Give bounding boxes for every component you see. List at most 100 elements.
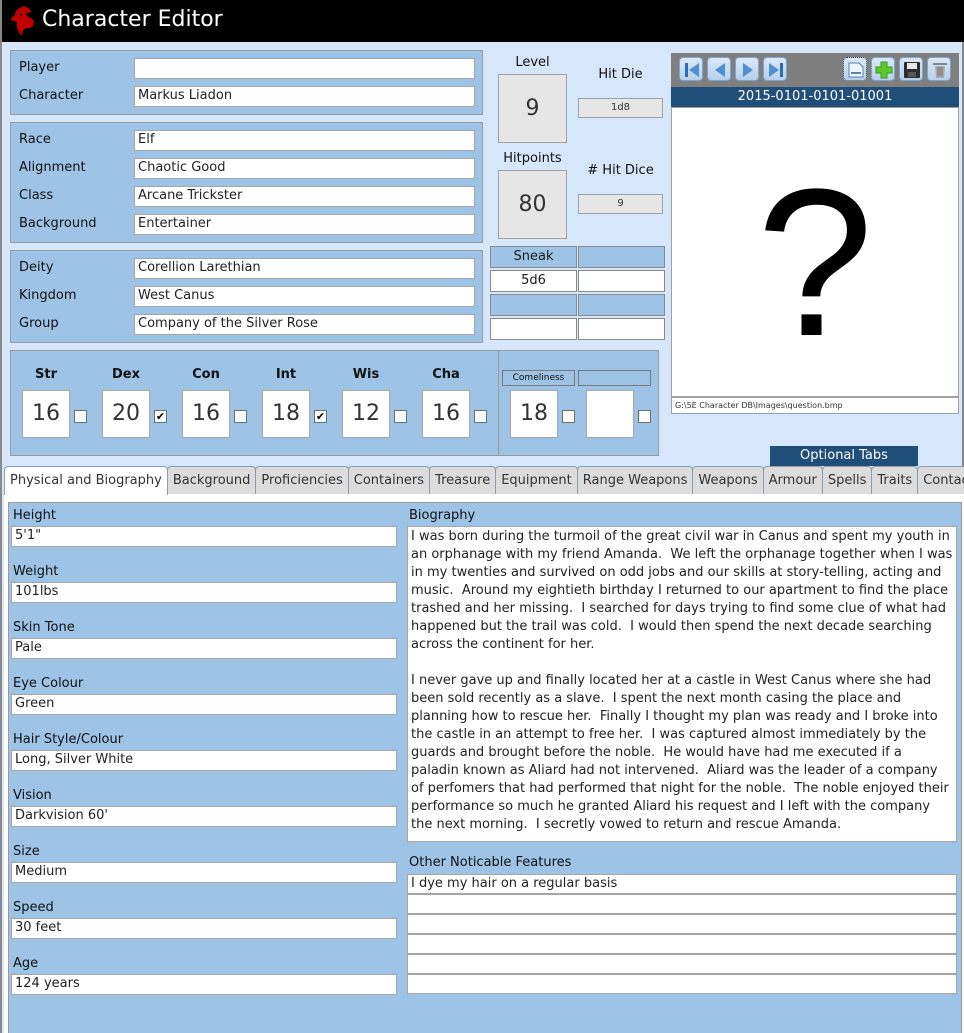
biography-textarea[interactable]: I was born during the turmoil of the gre… bbox=[407, 526, 957, 842]
tab-weapons[interactable]: Weapons bbox=[692, 466, 764, 494]
ability-label: Str bbox=[35, 367, 57, 382]
tab-physical-and-biography[interactable]: Physical and Biography bbox=[4, 466, 168, 495]
physical-field-weight[interactable]: 101lbs bbox=[11, 582, 397, 603]
ability-label: Cha bbox=[432, 367, 460, 382]
ability-label: Con bbox=[192, 367, 220, 382]
character-portrait[interactable]: ? bbox=[671, 107, 959, 397]
physical-label: Skin Tone bbox=[13, 620, 75, 635]
delete-record-button[interactable] bbox=[927, 57, 951, 81]
previous-record-button[interactable] bbox=[707, 57, 731, 81]
last-record-icon bbox=[769, 63, 783, 77]
ability-score[interactable]: 16 bbox=[182, 390, 230, 438]
feature-row[interactable] bbox=[407, 974, 957, 994]
physical-field-eye-colour[interactable]: Green bbox=[11, 694, 397, 715]
ability-score[interactable]: 12 bbox=[342, 390, 390, 438]
class-label: Class bbox=[19, 188, 54, 203]
last-record-button[interactable] bbox=[763, 57, 787, 81]
ability-score[interactable]: 16 bbox=[422, 390, 470, 438]
group-field[interactable]: Company of the Silver Rose bbox=[134, 314, 475, 335]
level-label: Level bbox=[515, 55, 550, 70]
add-record-button[interactable] bbox=[871, 57, 895, 81]
ability-score[interactable]: 16 bbox=[22, 390, 70, 438]
ability-score[interactable]: 18 bbox=[262, 390, 310, 438]
title-bar: Character Editor bbox=[2, 0, 964, 42]
tab-armour[interactable]: Armour bbox=[762, 466, 823, 494]
save-record-button[interactable] bbox=[899, 57, 923, 81]
class-feature-value-3[interactable] bbox=[490, 318, 577, 340]
physical-label: Height bbox=[13, 508, 56, 523]
alignment-field[interactable]: Chaotic Good bbox=[134, 158, 475, 179]
physical-field-age[interactable]: 124 years bbox=[11, 974, 397, 995]
record-id: 2015-0101-0101-01001 bbox=[671, 87, 959, 107]
physical-field-skin-tone[interactable]: Pale bbox=[11, 638, 397, 659]
portrait-path[interactable]: G:\5E Character DB\Images\question.bmp bbox=[671, 397, 959, 414]
ability-proficiency-checkbox[interactable] bbox=[234, 410, 247, 423]
features-label: Other Noticable Features bbox=[409, 855, 572, 870]
ability-score[interactable]: 20 bbox=[102, 390, 150, 438]
player-label: Player bbox=[19, 60, 60, 75]
tab-proficiencies[interactable]: Proficiencies bbox=[255, 466, 349, 494]
next-record-button[interactable] bbox=[735, 57, 759, 81]
physical-field-size[interactable]: Medium bbox=[11, 862, 397, 883]
race-field[interactable]: Elf bbox=[134, 130, 475, 151]
optional-ability-score-1[interactable]: 18 bbox=[510, 390, 558, 438]
hit-dice-count-label: # Hit Dice bbox=[587, 163, 654, 178]
feature-row[interactable] bbox=[407, 914, 957, 934]
physical-label: Size bbox=[13, 844, 40, 859]
ability-proficiency-checkbox[interactable]: ✔ bbox=[314, 410, 327, 423]
tab-equipment[interactable]: Equipment bbox=[495, 466, 578, 494]
physical-label: Age bbox=[13, 956, 39, 971]
class-feature-value-1[interactable]: 5d6 bbox=[490, 270, 577, 292]
tab-contacts[interactable]: Contacts bbox=[917, 466, 964, 494]
next-record-icon bbox=[743, 63, 753, 77]
deity-field[interactable]: Corellion Larethian bbox=[134, 258, 475, 279]
feature-row[interactable] bbox=[407, 934, 957, 954]
deity-label: Deity bbox=[19, 260, 54, 275]
feature-row[interactable]: I dye my hair on a regular basis bbox=[407, 874, 957, 894]
optional-ability-checkbox-2[interactable] bbox=[638, 410, 651, 423]
character-field[interactable]: Markus Liadon bbox=[134, 86, 475, 107]
hitpoints-field[interactable]: 80 bbox=[498, 170, 567, 239]
race-label: Race bbox=[19, 132, 51, 147]
ability-proficiency-checkbox[interactable] bbox=[474, 410, 487, 423]
physical-field-speed[interactable]: 30 feet bbox=[11, 918, 397, 939]
first-record-button[interactable] bbox=[679, 57, 703, 81]
physical-field-hair-style-colour[interactable]: Long, Silver White bbox=[11, 750, 397, 771]
plus-icon bbox=[875, 61, 893, 79]
hitpoints-label: Hitpoints bbox=[503, 151, 562, 166]
feature-row[interactable] bbox=[407, 954, 957, 974]
tab-treasure[interactable]: Treasure bbox=[429, 466, 497, 494]
class-field[interactable]: Arcane Trickster bbox=[134, 186, 475, 207]
feature-row[interactable] bbox=[407, 894, 957, 914]
question-mark-icon: ? bbox=[756, 145, 874, 380]
new-record-button[interactable] bbox=[843, 57, 867, 81]
class-feature-value-4[interactable] bbox=[578, 318, 665, 340]
optional-ability-checkbox-1[interactable] bbox=[562, 410, 575, 423]
tab-traits[interactable]: Traits bbox=[871, 466, 919, 494]
tab-spells[interactable]: Spells bbox=[821, 466, 873, 494]
ability-label: Wis bbox=[352, 367, 380, 382]
player-field[interactable] bbox=[134, 58, 475, 79]
dragon-logo-icon bbox=[11, 6, 34, 36]
hit-die-label: Hit Die bbox=[598, 67, 643, 82]
ability-proficiency-checkbox[interactable] bbox=[394, 410, 407, 423]
hit-die-field[interactable]: 1d8 bbox=[578, 98, 663, 118]
tab-containers[interactable]: Containers bbox=[347, 466, 431, 494]
background-field[interactable]: Entertainer bbox=[134, 214, 475, 235]
class-feature-value-2[interactable] bbox=[578, 270, 665, 292]
kingdom-field[interactable]: West Canus bbox=[134, 286, 475, 307]
physical-field-height[interactable]: 5'1" bbox=[11, 526, 397, 547]
ability-proficiency-checkbox[interactable] bbox=[74, 410, 87, 423]
window-title: Character Editor bbox=[42, 7, 223, 32]
physical-field-vision[interactable]: Darkvision 60' bbox=[11, 806, 397, 827]
tab-background[interactable]: Background bbox=[166, 466, 257, 494]
level-field[interactable]: 9 bbox=[498, 74, 567, 143]
optional-ability-score-2[interactable] bbox=[586, 390, 634, 438]
ability-proficiency-checkbox[interactable]: ✔ bbox=[154, 410, 167, 423]
class-feature-header-4 bbox=[578, 294, 665, 316]
physical-label: Eye Colour bbox=[13, 676, 84, 691]
tab-range-weapons[interactable]: Range Weapons bbox=[576, 466, 694, 494]
hit-dice-count-field[interactable]: 9 bbox=[578, 194, 663, 214]
optional-ability-label-2 bbox=[578, 370, 651, 386]
background-label: Background bbox=[19, 216, 97, 231]
